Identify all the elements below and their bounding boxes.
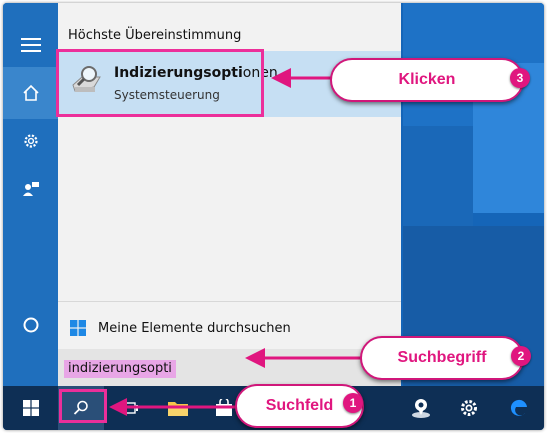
cortana-button[interactable] [3,299,58,351]
cortana-circle-icon [23,317,38,333]
windows-logo-icon [23,400,39,416]
edge-icon [510,399,527,416]
search-term-callout-label: Suchbegriff [397,349,487,366]
start-button[interactable] [8,386,54,430]
step-3-badge: 3 [510,68,530,88]
search-box[interactable]: indizierungsopti [58,349,401,386]
search-query-text: indizierungsopti [64,360,176,378]
gear-icon [461,400,477,416]
folder-icon [168,402,188,416]
best-match-heading: Höchste Übereinstimmung [68,28,242,43]
settings-button[interactable] [3,115,58,167]
home-icon [22,84,39,101]
task-view-button[interactable] [108,386,154,430]
store-icon [216,399,232,416]
taskbar-settings-button[interactable] [446,386,492,430]
windows-logo-icon [70,320,86,336]
search-field-highlight-box [59,389,107,423]
click-callout: Klicken [330,58,524,102]
feedback-button[interactable] [3,163,58,215]
divider [58,301,401,302]
desktop-window-tile [403,126,473,226]
click-callout-label: Klicken [398,71,456,88]
start-rail [3,3,58,386]
edge-browser-button[interactable] [496,386,542,430]
file-explorer-button[interactable] [155,386,201,430]
hamburger-icon [20,38,41,52]
my-stuff-search-button[interactable]: Meine Elemente durchsuchen [58,308,401,348]
result-highlight-box [56,49,264,117]
step-2-badge: 2 [511,346,531,366]
search-term-callout: Suchbegriff [360,336,524,380]
search-field-callout-label: Suchfeld [265,397,334,414]
step-1-badge: 1 [343,393,363,413]
my-stuff-label: Meine Elemente durchsuchen [98,321,291,336]
task-view-icon [123,402,138,414]
gear-icon [23,134,38,148]
maps-button[interactable] [398,386,444,430]
map-pin-icon [412,399,430,418]
feedback-icon [22,182,39,196]
screenshot-frame: Höchste Übereinstimmung Indizierungsopti… [3,3,544,430]
home-button[interactable] [3,67,58,119]
hamburger-menu-button[interactable] [3,19,58,71]
